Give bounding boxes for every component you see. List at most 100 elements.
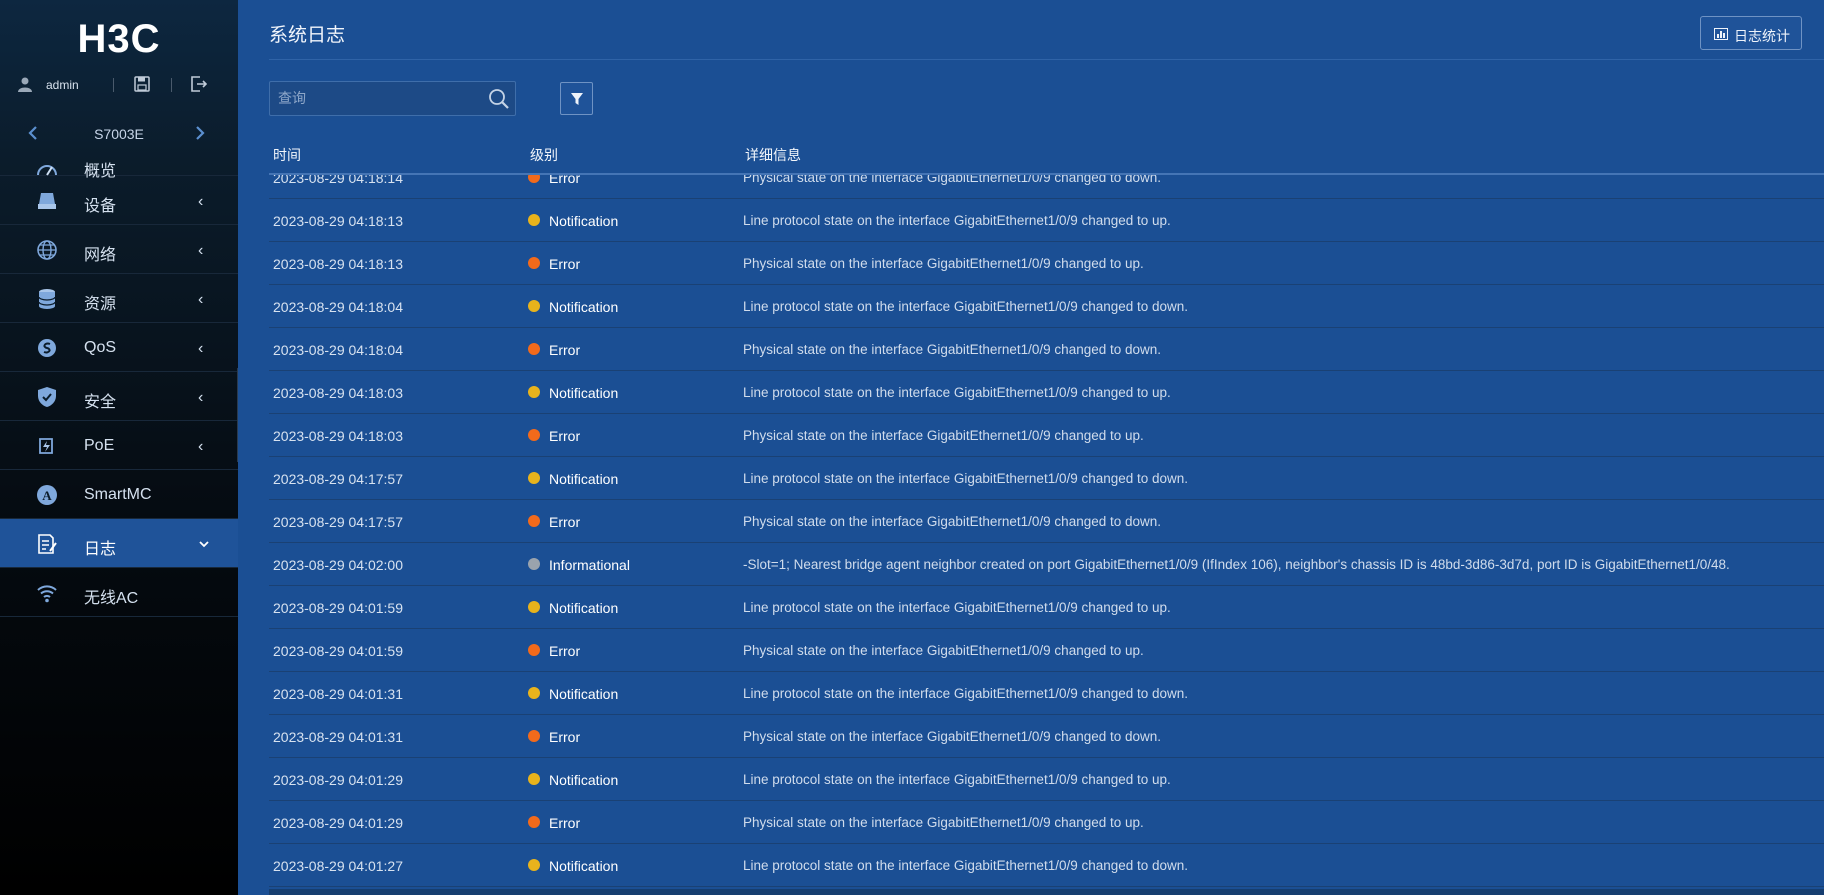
logout-icon[interactable] [190,76,208,92]
log-level: Error [549,729,581,745]
smartmc-icon: A [37,485,57,505]
log-icon [38,534,57,554]
search-input[interactable] [270,82,480,115]
log-detail: Line protocol state on the interface Gig… [743,213,1171,228]
table-row[interactable]: 2023-08-29 04:18:13 Notification Line prot… [269,199,1824,242]
column-header-level[interactable]: 级别 [530,145,558,165]
sidebar-item-device[interactable]: 设备 ‹ [0,176,238,225]
log-detail: Line protocol state on the interface Gig… [743,686,1189,701]
log-time: 2023-08-29 04:18:13 [273,256,403,272]
sidebar-item-label: 网络 [84,247,117,264]
log-detail: Physical state on the interface GigabitE… [743,342,1162,357]
wifi-icon [37,585,57,603]
sidebar-item-security[interactable]: 安全 ‹ [0,372,238,421]
log-level: Notification [549,686,619,702]
log-time: 2023-08-29 04:01:29 [273,772,403,788]
divider [171,78,172,92]
table-row[interactable]: 2023-08-29 04:17:57 Notification Line prot… [269,457,1824,500]
chevron-left-icon: ‹ [198,389,204,406]
sidebar-item-overview[interactable]: 概览 [0,149,238,180]
sidebar-item-log[interactable]: 日志 [0,519,238,568]
qos-icon [38,339,56,357]
level-indicator-dot [528,730,540,742]
sidebar-item-resource[interactable]: 资源 ‹ [0,274,238,323]
level-indicator-dot [528,687,540,699]
bar-chart-icon [1714,28,1728,40]
table-row[interactable]: 2023-08-29 04:01:29 Error Physical state o… [269,801,1824,844]
chevron-left-icon: ‹ [198,291,204,308]
table-row[interactable]: 2023-08-29 04:18:03 Notification Line prot… [269,371,1824,414]
log-table-body[interactable]: 2023-08-29 04:18:14 Error Physical state o… [269,175,1824,895]
table-row[interactable]: 2023-08-29 04:01:31 Error Physical state o… [269,715,1824,758]
save-icon[interactable] [134,76,150,92]
svg-text:A: A [42,488,52,503]
log-detail: Line protocol state on the interface Gig… [743,385,1171,400]
level-indicator-dot [528,558,540,570]
sidebar-item-network[interactable]: 网络 ‹ [0,225,238,274]
log-time: 2023-08-29 04:01:31 [273,686,403,702]
database-icon [38,289,56,309]
device-switcher: S7003E [0,118,238,148]
sidebar-item-label: QoS [84,339,117,356]
log-level: Notification [549,600,619,616]
table-header: 时间 级别 详细信息 [269,133,1824,175]
table-row[interactable]: 2023-08-29 04:17:57 Error Physical state o… [269,500,1824,543]
log-time: 2023-08-29 04:02:00 [273,557,403,573]
table-row[interactable]: 2023-08-29 04:01:27 Notification Line prot… [269,844,1824,887]
horizontal-scrollbar[interactable] [269,889,1824,895]
log-time: 2023-08-29 04:01:27 [273,858,403,874]
log-level: Error [549,815,581,831]
log-time: 2023-08-29 04:01:59 [273,600,403,616]
logo-text: H3C [77,17,160,61]
log-detail: Physical state on the interface GigabitE… [743,256,1144,271]
divider [113,78,114,92]
log-stats-button[interactable]: 日志统计 [1700,16,1802,50]
log-level: Error [549,175,581,186]
log-time: 2023-08-29 04:01:31 [273,729,403,745]
table-row[interactable]: 2023-08-29 04:18:03 Error Physical state o… [269,414,1824,457]
table-row[interactable]: 2023-08-29 04:01:59 Notification Line prot… [269,586,1824,629]
device-icon [38,193,56,209]
chevron-left-icon: ‹ [198,193,204,210]
log-level: Notification [549,299,619,315]
chevron-left-icon: ‹ [198,438,204,455]
table-row[interactable]: 2023-08-29 04:02:00 Informational -Slot=1;… [269,543,1824,586]
table-row[interactable]: 2023-08-29 04:18:14 Error Physical state o… [269,175,1824,199]
log-time: 2023-08-29 04:18:04 [273,299,403,315]
shield-icon [38,387,56,407]
filter-icon [571,93,583,105]
log-level: Notification [549,772,619,788]
level-indicator-dot [528,644,540,656]
sidebar-item-poe[interactable]: PoE ‹ [0,421,238,470]
log-detail: Physical state on the interface GigabitE… [743,815,1144,830]
log-detail: Physical state on the interface GigabitE… [743,729,1162,744]
level-indicator-dot [528,859,540,871]
table-row[interactable]: 2023-08-29 04:01:59 Error Physical state o… [269,629,1824,672]
column-header-detail[interactable]: 详细信息 [745,145,801,165]
table-row[interactable]: 2023-08-29 04:18:04 Error Physical state o… [269,328,1824,371]
filter-button[interactable] [560,82,593,115]
level-indicator-dot [528,515,540,527]
level-indicator-dot [528,343,540,355]
user-icon [18,77,32,92]
chevron-down-icon [199,541,209,548]
table-row[interactable]: 2023-08-29 04:18:04 Notification Line prot… [269,285,1824,328]
log-detail: Line protocol state on the interface Gig… [743,299,1189,314]
log-time: 2023-08-29 04:18:04 [273,342,403,358]
log-detail: -Slot=1; Nearest bridge agent neighbor c… [743,557,1730,572]
log-level: Error [549,342,581,358]
sidebar-item-qos[interactable]: QoS ‹ [0,323,238,372]
next-device-icon[interactable] [195,125,205,141]
log-detail: Physical state on the interface GigabitE… [743,175,1162,185]
table-row[interactable]: 2023-08-29 04:18:13 Error Physical state o… [269,242,1824,285]
sidebar-item-wireless-ac[interactable]: 无线AC [0,568,238,617]
level-indicator-dot [528,429,540,441]
sidebar-item-smartmc[interactable]: A SmartMC [0,470,238,519]
log-detail: Physical state on the interface GigabitE… [743,643,1144,658]
search-icon[interactable] [488,88,510,110]
table-row[interactable]: 2023-08-29 04:01:31 Notification Line prot… [269,672,1824,715]
level-indicator-dot [528,386,540,398]
column-header-time[interactable]: 时间 [273,145,301,165]
page-title: 系统日志 [269,25,346,46]
table-row[interactable]: 2023-08-29 04:01:29 Notification Line prot… [269,758,1824,801]
